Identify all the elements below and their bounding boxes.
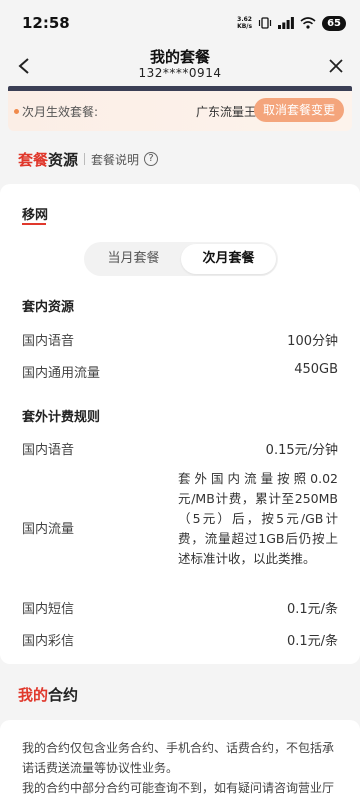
row-label: 国内通用流量 (22, 366, 101, 381)
next-month-label: 次月生效套餐: (22, 105, 99, 119)
row-value: 100分钟 (287, 334, 338, 349)
my-contract-header: 我的合约 (18, 682, 78, 706)
row-label: 国内语音 (22, 443, 75, 458)
cancel-package-change-button[interactable]: 取消套餐变更 (253, 98, 344, 122)
contract-note-cut: 我的合约中部分合约可能查询不到，如有疑问请咨询营业厅 (22, 781, 335, 795)
status-time: 12:58 (22, 14, 70, 32)
my-contract-card: 我的合约仅包含业务合约、手机合约、话费合约，不包括承诺话费送流量等协议性业务。 … (0, 720, 360, 800)
status-bar: 12:58 3.62 KB/s 65 (0, 0, 360, 44)
package-resources-header: 套餐资源 套餐说明 ? (18, 147, 159, 171)
divider (84, 153, 86, 165)
nav-bar: 我的套餐 132****0914 (0, 44, 360, 88)
tab-current-month[interactable]: 当月套餐 (86, 244, 181, 274)
row-label: 国内语音 (22, 334, 75, 349)
contract-note: 我的合约仅包含业务合约、手机合约、话费合约，不包括承诺话费送流量等协议性业务。 (22, 741, 335, 775)
package-month-switch: 当月套餐 次月套餐 (84, 242, 278, 276)
operator-tab-underline (22, 223, 46, 225)
close-icon (329, 59, 343, 73)
network-speed: 3.62 KB/s (237, 16, 253, 30)
row-value: 0.1元/条 (286, 634, 338, 649)
row-label: 国内彩信 (22, 634, 75, 649)
in-package-title: 套内资源 (22, 300, 75, 315)
bullet-dot (14, 109, 19, 114)
row-value: 0.1元/条 (286, 602, 338, 617)
data-billing-description: 套外国内流量按照0.02元/MB计费，累计至250MB（5元）后，按5元/GB计… (178, 471, 338, 566)
vibrate-icon (258, 17, 272, 29)
package-description-link[interactable]: 套餐说明 (91, 151, 139, 168)
tab-next-month[interactable]: 次月套餐 (181, 244, 276, 274)
section-title: 套餐资源 (18, 150, 79, 169)
row-label: 国内流量 (22, 522, 75, 537)
row-value: 450GB (294, 362, 338, 377)
operator-tab[interactable]: 移网 (22, 204, 48, 223)
row-label: 国内短信 (22, 602, 75, 617)
close-button[interactable] (322, 52, 350, 80)
package-resources-card: 移网 当月套餐 次月套餐 套内资源 国内语音 100分钟 国内通用流量 450G… (0, 184, 360, 664)
next-month-package-bar: 次月生效套餐: 广东流量王 取消套餐变更 (8, 91, 352, 131)
row-value: 0.15元/分钟 (265, 443, 338, 458)
signal-icon (278, 17, 294, 29)
help-icon[interactable]: ? (144, 152, 159, 166)
phone-number: 132****0914 (138, 66, 222, 80)
extra-rules-title: 套外计费规则 (22, 410, 101, 425)
page-title: 我的套餐 (149, 48, 210, 66)
next-month-package-name: 广东流量王 (195, 105, 256, 119)
battery-indicator: 65 (322, 15, 346, 31)
section-title: 我的合约 (18, 685, 79, 704)
wifi-icon (300, 17, 316, 29)
status-icons: 3.62 KB/s 65 (237, 14, 346, 32)
